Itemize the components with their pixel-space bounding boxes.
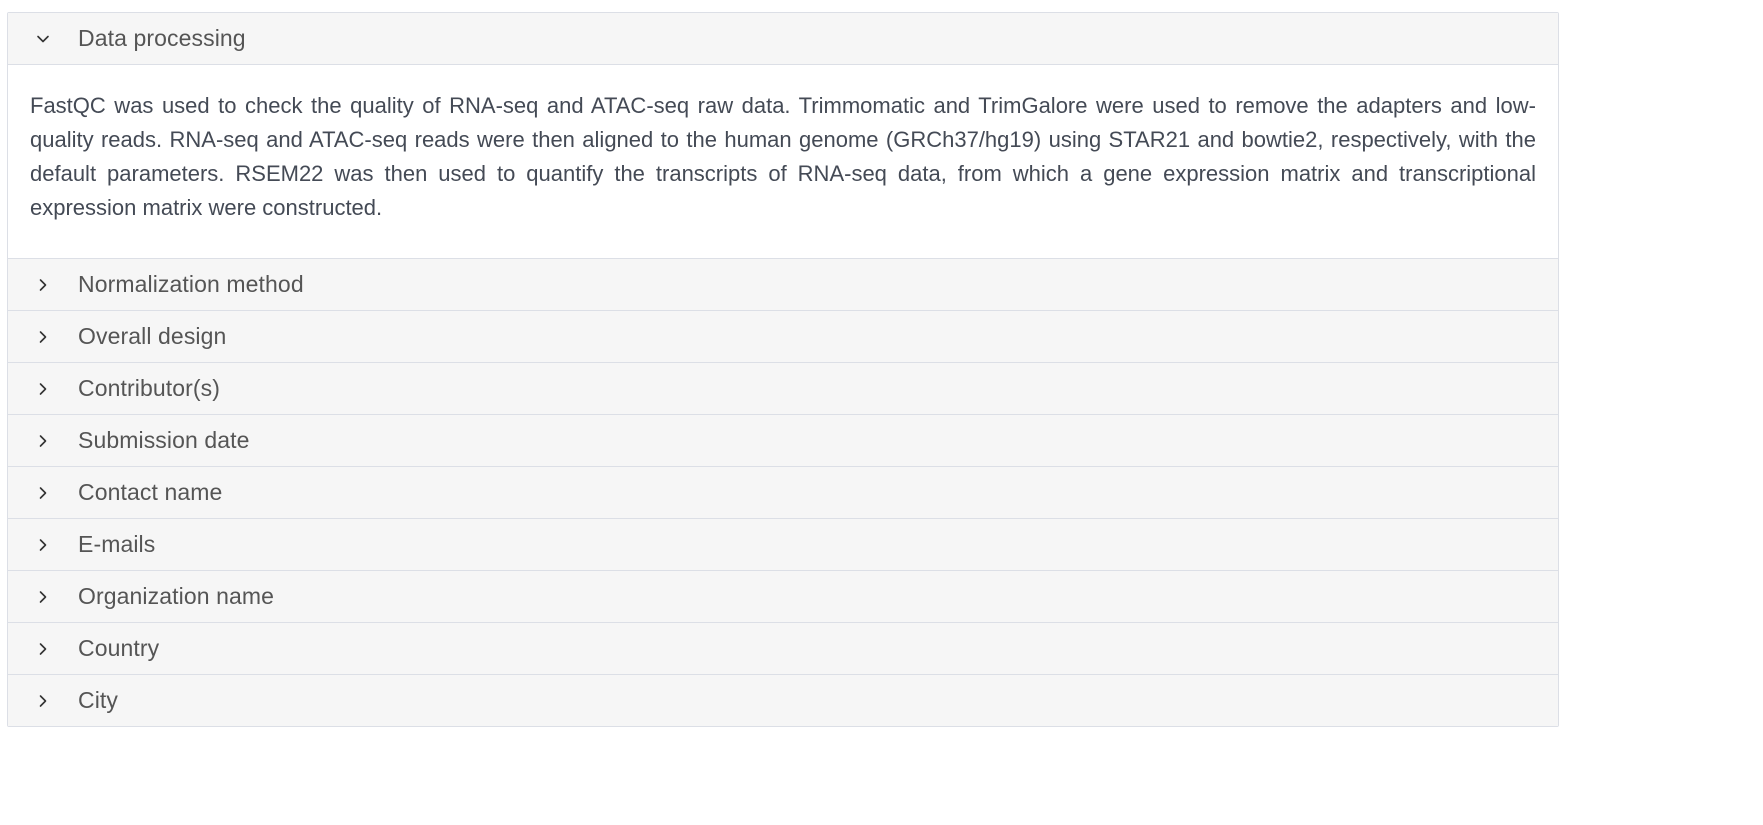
panel-header-city[interactable]: City — [8, 675, 1558, 726]
panel-title: Country — [78, 635, 160, 661]
chevron-right-icon[interactable] — [8, 311, 78, 362]
panel-header-e-mails[interactable]: E-mails — [8, 519, 1558, 570]
panel-overall-design: Overall design — [8, 310, 1558, 362]
chevron-right-icon[interactable] — [8, 259, 78, 310]
data-processing-text: FastQC was used to check the quality of … — [30, 93, 1536, 220]
panel-title: Normalization method — [78, 271, 304, 297]
panel-header-normalization-method[interactable]: Normalization method — [8, 259, 1558, 310]
panel-city: City — [8, 674, 1558, 726]
panel-title: City — [78, 687, 119, 713]
panel-title: Data processing — [78, 25, 246, 51]
panel-header-submission-date[interactable]: Submission date — [8, 415, 1558, 466]
panel-body-data-processing: FastQC was used to check the quality of … — [8, 65, 1558, 258]
chevron-right-icon[interactable] — [8, 519, 78, 570]
panel-title: Submission date — [78, 427, 250, 453]
panel-title: Organization name — [78, 583, 275, 609]
panel-e-mails: E-mails — [8, 518, 1558, 570]
chevron-right-icon[interactable] — [8, 415, 78, 466]
panel-contact-name: Contact name — [8, 466, 1558, 518]
chevron-right-icon[interactable] — [8, 675, 78, 726]
chevron-right-icon[interactable] — [8, 363, 78, 414]
panel-submission-date: Submission date — [8, 414, 1558, 466]
panel-header-data-processing[interactable]: Data processing — [8, 13, 1558, 65]
panel-header-organization-name[interactable]: Organization name — [8, 571, 1558, 622]
panel-header-overall-design[interactable]: Overall design — [8, 311, 1558, 362]
panel-title: Overall design — [78, 323, 227, 349]
panel-organization-name: Organization name — [8, 570, 1558, 622]
panel-title: E-mails — [78, 531, 156, 557]
panel-country: Country — [8, 622, 1558, 674]
chevron-right-icon[interactable] — [8, 571, 78, 622]
chevron-right-icon[interactable] — [8, 467, 78, 518]
details-accordion: Data processing FastQC was used to check… — [7, 12, 1559, 727]
chevron-down-icon[interactable] — [8, 13, 78, 64]
panel-normalization-method: Normalization method — [8, 258, 1558, 310]
panel-header-contact-name[interactable]: Contact name — [8, 467, 1558, 518]
panel-title: Contributor(s) — [78, 375, 220, 401]
panel-data-processing: Data processing FastQC was used to check… — [8, 13, 1558, 258]
panel-header-country[interactable]: Country — [8, 623, 1558, 674]
chevron-right-icon[interactable] — [8, 623, 78, 674]
panel-header-contributors[interactable]: Contributor(s) — [8, 363, 1558, 414]
panel-contributors: Contributor(s) — [8, 362, 1558, 414]
panel-title: Contact name — [78, 479, 223, 505]
